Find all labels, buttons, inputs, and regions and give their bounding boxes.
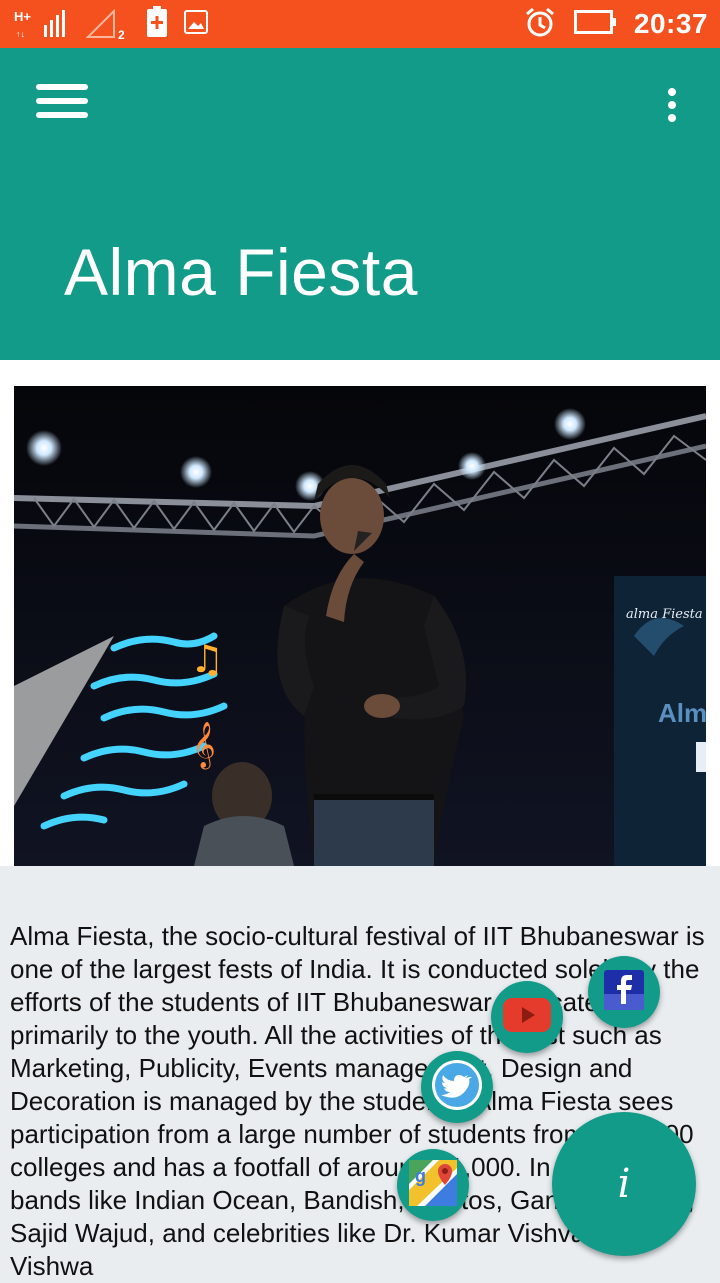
twitter-button[interactable] [421, 1051, 493, 1123]
battery-charging-icon [146, 5, 168, 43]
sim-badge: 2 [118, 28, 125, 42]
svg-text:↑↓: ↑↓ [16, 29, 25, 39]
status-bar: H+ ↑↓ 2 20:37 [0, 0, 720, 48]
facebook-button[interactable] [588, 956, 660, 1028]
youtube-icon [503, 997, 551, 1037]
image-icon [184, 9, 208, 39]
info-icon: i [617, 1161, 631, 1207]
battery-icon [573, 9, 616, 39]
svg-text:g: g [415, 1166, 426, 1186]
no-signal-icon: 2 [85, 8, 130, 42]
banner-text: alma Fiesta [626, 607, 703, 622]
clock: 20:37 [633, 8, 708, 39]
svg-text:𝄞: 𝄞 [192, 722, 216, 770]
maps-button[interactable]: g [397, 1149, 469, 1221]
signal-icon: H+ ↑↓ [14, 9, 70, 39]
twitter-icon [431, 1059, 483, 1116]
info-fab[interactable]: i [552, 1112, 696, 1256]
hamburger-menu-icon[interactable] [34, 84, 90, 124]
facebook-icon [604, 969, 644, 1015]
more-vertical-icon[interactable] [656, 82, 688, 126]
svg-text:Alma: Alma [658, 698, 706, 728]
google-maps-icon: g [409, 1159, 457, 1211]
youtube-button[interactable] [491, 981, 563, 1053]
alarm-icon [524, 6, 556, 43]
hero-image: ♫ 𝄞 alma Fiesta Alma [14, 386, 706, 866]
svg-text:♫: ♫ [190, 637, 224, 681]
app-bar: Alma Fiesta [0, 48, 720, 360]
page-title: Alma Fiesta [64, 235, 418, 309]
